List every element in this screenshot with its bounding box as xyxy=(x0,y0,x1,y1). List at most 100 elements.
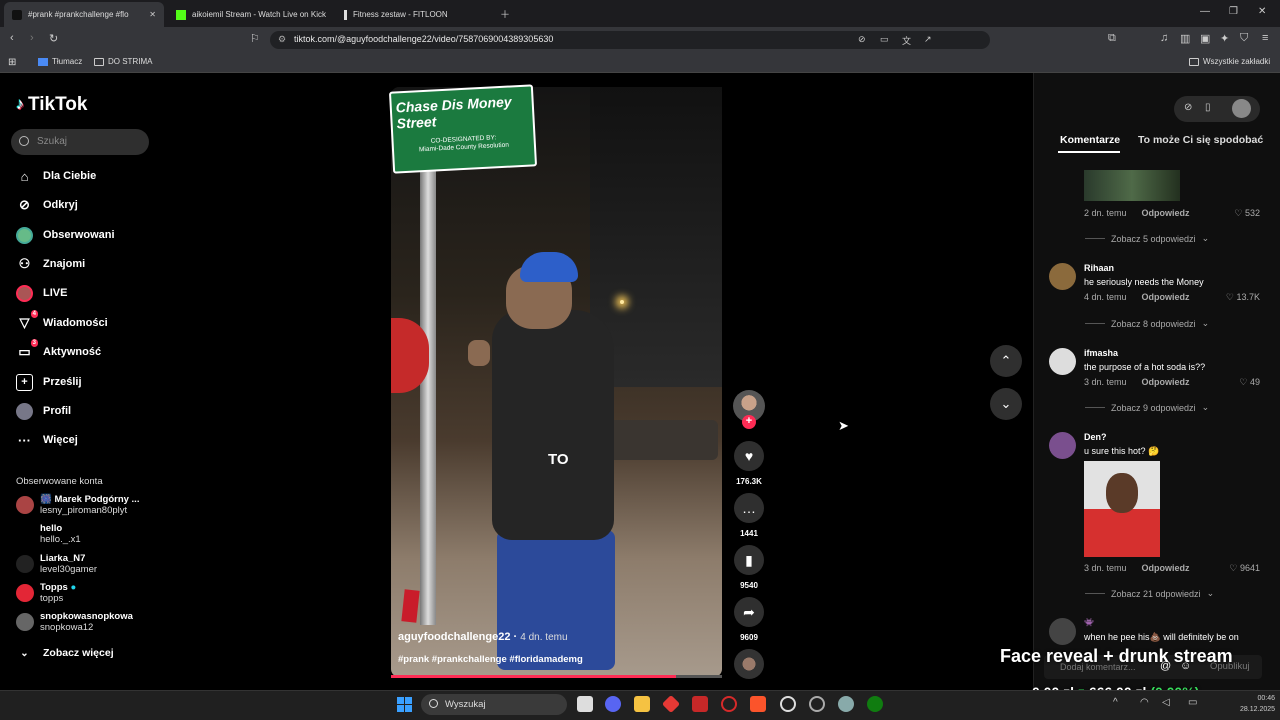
tab-comments[interactable]: Komentarze xyxy=(1060,134,1120,146)
view-replies[interactable]: Zobacz 8 odpowiedzi ⌄ xyxy=(1085,318,1209,329)
tab-related[interactable]: To może Ci się spodobać xyxy=(1138,134,1263,146)
wifi-icon[interactable]: ◠ xyxy=(1140,697,1149,708)
tray-chevron-up-icon[interactable]: ^ xyxy=(1113,697,1118,708)
video-hashtags[interactable]: #prank #prankchallenge #floridamademg xyxy=(398,654,583,665)
no-tracking-icon[interactable]: ⊘ xyxy=(858,34,866,45)
media-icon[interactable]: ♫ xyxy=(1160,32,1168,44)
avatar[interactable] xyxy=(1049,432,1076,459)
close-window-icon[interactable]: ✕ xyxy=(1258,6,1266,17)
maximize-icon[interactable]: ❐ xyxy=(1229,6,1238,17)
apps-grid-icon[interactable]: ⊞ xyxy=(8,57,16,68)
avatar[interactable] xyxy=(1049,618,1076,645)
comment-likes[interactable]: ♡ 532 xyxy=(1210,208,1260,219)
avatar[interactable] xyxy=(1049,348,1076,375)
nav-activity[interactable]: ▭ 3 Aktywność xyxy=(16,338,101,362)
view-replies[interactable]: Zobacz 5 odpowiedzi ⌄ xyxy=(1085,233,1209,244)
obs-icon[interactable] xyxy=(809,696,825,712)
brave-browser-icon[interactable] xyxy=(750,696,766,712)
music-disc-icon[interactable] xyxy=(734,649,764,679)
share-button[interactable]: ➦ 9609 xyxy=(733,597,765,642)
nav-for-you[interactable]: ⌂ Dla Ciebie xyxy=(16,166,97,186)
discover-icon[interactable]: ⊘ xyxy=(1184,102,1192,113)
bookmark-page-icon[interactable]: ⚐ xyxy=(250,32,260,45)
nav-messages[interactable]: ▽ 4 Wiadomości xyxy=(16,309,108,333)
nav-live[interactable]: LIVE xyxy=(16,283,67,303)
new-tab-icon[interactable]: ＋ xyxy=(500,6,510,21)
taskbar-search[interactable]: Wyszukaj xyxy=(421,694,567,715)
user-avatar[interactable] xyxy=(1232,99,1251,118)
all-bookmarks[interactable]: Wszystkie zakładki xyxy=(1189,57,1270,66)
reply-button[interactable]: Odpowiedz xyxy=(1142,292,1190,302)
browser-tab-tiktok[interactable]: #prank #prankchallenge #flo ✕ xyxy=(4,2,164,27)
translate-icon[interactable]: 文 xyxy=(902,34,911,47)
leo-ai-icon[interactable]: ✦ xyxy=(1220,32,1229,45)
nav-following[interactable]: Obserwowani xyxy=(16,225,115,245)
forward-icon[interactable]: › xyxy=(30,32,34,44)
followed-account[interactable]: Liarka_N7 level30gamer xyxy=(16,553,97,575)
sidebar-icon[interactable]: ▥ xyxy=(1180,32,1190,45)
address-bar[interactable]: ⚙ tiktok.com/@aguyfoodchallenge22/video/… xyxy=(270,31,990,49)
save-button[interactable]: ▮ 9540 xyxy=(733,545,765,590)
settings-icon[interactable] xyxy=(838,696,854,712)
reload-icon[interactable]: ↻ xyxy=(49,32,58,45)
follow-plus-icon[interactable]: + xyxy=(742,415,756,429)
bookmark-translate[interactable]: Tłumacz xyxy=(38,57,82,66)
reply-button[interactable]: Odpowiedz xyxy=(1142,563,1190,573)
file-explorer-icon[interactable] xyxy=(634,696,650,712)
phone-icon[interactable]: ▯ xyxy=(1205,102,1211,113)
video-author[interactable]: aguyfoodchallenge22 · 4 dn. temu xyxy=(398,631,568,643)
vpn-icon[interactable]: ⛉ xyxy=(1240,32,1248,45)
nav-explore[interactable]: ⊘ Odkryj xyxy=(16,195,78,215)
comment-author[interactable]: ifmasha xyxy=(1084,348,1118,358)
reply-button[interactable]: Odpowiedz xyxy=(1142,377,1190,387)
comment-image[interactable] xyxy=(1084,461,1160,557)
followed-account[interactable]: hello hello._.x1 xyxy=(16,523,81,545)
previous-video-button[interactable]: ⌃ xyxy=(990,345,1022,377)
comment-image[interactable] xyxy=(1084,170,1180,201)
minimize-icon[interactable]: — xyxy=(1200,6,1210,17)
wallet-icon[interactable]: ▣ xyxy=(1200,32,1210,45)
browser-tab-fitloon[interactable]: Fitness zestaw - FITLOON xyxy=(336,2,491,27)
comment-author[interactable]: Den? xyxy=(1084,432,1107,442)
comment-likes[interactable]: ♡ 13.7K xyxy=(1210,292,1260,303)
mcafee-icon[interactable] xyxy=(692,696,708,712)
cast-icon[interactable]: ▭ xyxy=(880,34,889,45)
bookmark-do-strima[interactable]: DO STRIMA xyxy=(94,57,152,66)
comment-author[interactable]: Rihaan xyxy=(1084,263,1114,273)
close-tab-icon[interactable]: ✕ xyxy=(149,10,156,19)
tiktok-logo[interactable]: ♪ TikTok xyxy=(16,94,87,116)
view-replies[interactable]: Zobacz 21 odpowiedzi ⌄ xyxy=(1085,588,1214,599)
comment-button[interactable]: … 1441 xyxy=(733,493,765,538)
nav-friends[interactable]: ⚇ Znajomi xyxy=(16,254,86,274)
reply-button[interactable]: Odpowiedz xyxy=(1142,208,1190,218)
opera-gx-icon[interactable] xyxy=(721,696,737,712)
task-view-icon[interactable] xyxy=(577,696,593,712)
view-replies[interactable]: Zobacz 9 odpowiedzi ⌄ xyxy=(1085,402,1209,413)
comment-likes[interactable]: ♡ 49 xyxy=(1210,377,1260,388)
share-icon[interactable]: ↗ xyxy=(924,34,932,45)
steam-icon[interactable] xyxy=(780,696,796,712)
battery-icon[interactable]: ▭ xyxy=(1188,697,1197,708)
discord-icon[interactable] xyxy=(605,696,621,712)
nav-profile[interactable]: Profil xyxy=(16,401,71,421)
next-video-button[interactable]: ⌄ xyxy=(990,388,1022,420)
browser-tab-kick[interactable]: aikoiemil Stream - Watch Live on Kick xyxy=(168,2,333,27)
back-icon[interactable]: ‹ xyxy=(10,32,14,44)
avatar[interactable] xyxy=(1049,263,1076,290)
nav-upload[interactable]: + Prześlij xyxy=(16,372,82,392)
followed-account[interactable]: Topps ● topps xyxy=(16,582,76,604)
taskbar-clock[interactable]: 00:46 28.12.2025 xyxy=(1240,693,1275,715)
windows-start-icon[interactable] xyxy=(397,697,412,712)
followed-account[interactable]: snopkowasnopkowa snopkowa12 xyxy=(16,611,133,633)
video-progress-bar[interactable] xyxy=(391,675,722,678)
volume-icon[interactable]: ◁ xyxy=(1162,697,1170,708)
extensions-icon[interactable]: ⧉ xyxy=(1108,32,1116,45)
menu-icon[interactable]: ≡ xyxy=(1262,32,1268,44)
xbox-icon[interactable] xyxy=(867,696,883,712)
search-input[interactable]: Szukaj xyxy=(11,129,149,155)
see-more-accounts[interactable]: ⌄ Zobacz więcej xyxy=(16,643,113,663)
site-info-icon[interactable]: ⚙ xyxy=(278,34,286,45)
comment-likes[interactable]: ♡ 9641 xyxy=(1210,563,1260,574)
like-button[interactable]: ♥ 176.3K xyxy=(733,441,765,486)
followed-account[interactable]: 🎆 Marek Podgórny ... lesny_piroman80plyt xyxy=(16,494,139,516)
